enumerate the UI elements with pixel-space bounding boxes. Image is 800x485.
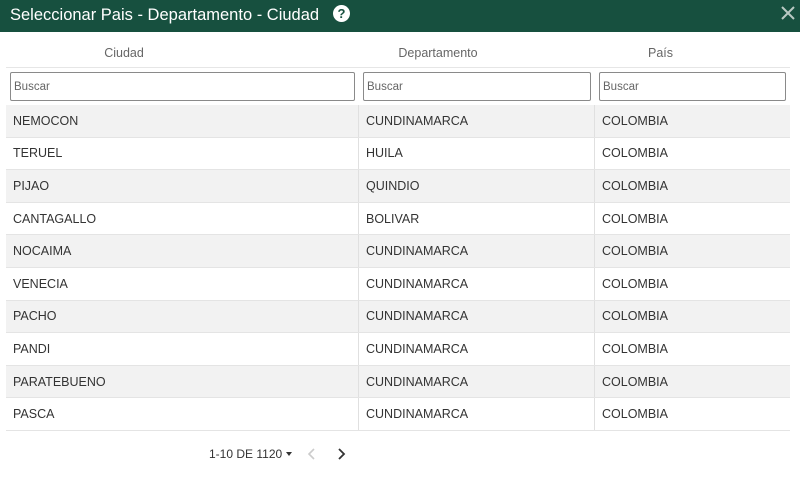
city-cell: PACHO — [6, 300, 359, 333]
header-divider — [6, 67, 790, 68]
page-range-label: 1-10 DE 1120 — [209, 447, 283, 461]
department-cell: CUNDINAMARCA — [359, 235, 595, 267]
department-cell: QUINDIO — [359, 170, 595, 202]
department-cell: CUNDINAMARCA — [359, 365, 595, 398]
department-cell: CUNDINAMARCA — [359, 267, 595, 300]
country-cell: COLOMBIA — [602, 146, 668, 161]
city-cell: VENECIA — [6, 267, 359, 300]
country-cell: COLOMBIA — [602, 407, 668, 422]
column-header-city[interactable]: Ciudad — [6, 44, 242, 62]
city-cell: PANDI — [6, 333, 359, 365]
table-row[interactable]: PACHO CUNDINAMARCA COLOMBIA — [6, 300, 790, 334]
dialog-title: Seleccionar Pais - Departamento - Ciudad — [10, 6, 320, 24]
city-cell: PARATEBUENO — [6, 365, 359, 398]
city-cell: TERUEL — [6, 137, 359, 170]
table-row[interactable]: CANTAGALLO BOLIVAR COLOMBIA — [6, 202, 790, 236]
results-table: NEMOCON CUNDINAMARCA COLOMBIA TERUEL HUI… — [6, 105, 790, 431]
page-size-dropdown[interactable]: 1-10 DE 1120 — [209, 446, 293, 462]
city-cell: PIJAO — [6, 170, 359, 202]
country-cell: COLOMBIA — [602, 113, 668, 128]
dialog-header: Seleccionar Pais - Departamento - Ciudad… — [0, 0, 800, 32]
country-search-input[interactable] — [599, 72, 786, 101]
table-row[interactable]: TERUEL HUILA COLOMBIA — [6, 137, 790, 171]
close-icon[interactable] — [779, 4, 797, 22]
country-cell: COLOMBIA — [602, 309, 668, 324]
chevron-right-icon[interactable] — [334, 446, 348, 462]
table-row[interactable]: NOCAIMA CUNDINAMARCA COLOMBIA — [6, 235, 790, 268]
table-row[interactable]: PANDI CUNDINAMARCA COLOMBIA — [6, 333, 790, 366]
column-header-department[interactable]: Departamento — [320, 44, 556, 62]
city-cell: CANTAGALLO — [6, 202, 359, 235]
table-row[interactable]: PARATEBUENO CUNDINAMARCA COLOMBIA — [6, 365, 790, 399]
department-cell: CUNDINAMARCA — [359, 300, 595, 333]
column-header-country[interactable]: País — [595, 44, 726, 62]
table-row[interactable]: NEMOCON CUNDINAMARCA COLOMBIA — [6, 105, 790, 138]
department-cell: CUNDINAMARCA — [359, 333, 595, 365]
chevron-left-icon[interactable] — [305, 446, 319, 462]
table-row[interactable]: VENECIA CUNDINAMARCA COLOMBIA — [6, 267, 790, 301]
table-row[interactable]: PIJAO QUINDIO COLOMBIA — [6, 170, 790, 203]
country-cell: COLOMBIA — [602, 374, 668, 389]
question-circle-icon[interactable]: ? — [333, 5, 350, 22]
country-cell: COLOMBIA — [602, 244, 668, 259]
city-cell: NOCAIMA — [6, 235, 359, 267]
city-cell: PASCA — [6, 398, 359, 430]
table-row[interactable]: PASCA CUNDINAMARCA COLOMBIA — [6, 398, 790, 431]
country-cell: COLOMBIA — [602, 341, 668, 356]
city-search-input[interactable] — [10, 72, 355, 101]
country-cell: COLOMBIA — [602, 211, 668, 226]
department-search-input[interactable] — [363, 72, 591, 101]
country-cell: COLOMBIA — [602, 178, 668, 193]
department-cell: BOLIVAR — [359, 202, 595, 235]
department-cell: HUILA — [359, 137, 595, 170]
country-cell: COLOMBIA — [602, 276, 668, 291]
caret-down-icon — [286, 452, 293, 456]
department-cell: CUNDINAMARCA — [359, 398, 595, 430]
department-cell: CUNDINAMARCA — [359, 105, 595, 137]
city-cell: NEMOCON — [6, 105, 359, 137]
